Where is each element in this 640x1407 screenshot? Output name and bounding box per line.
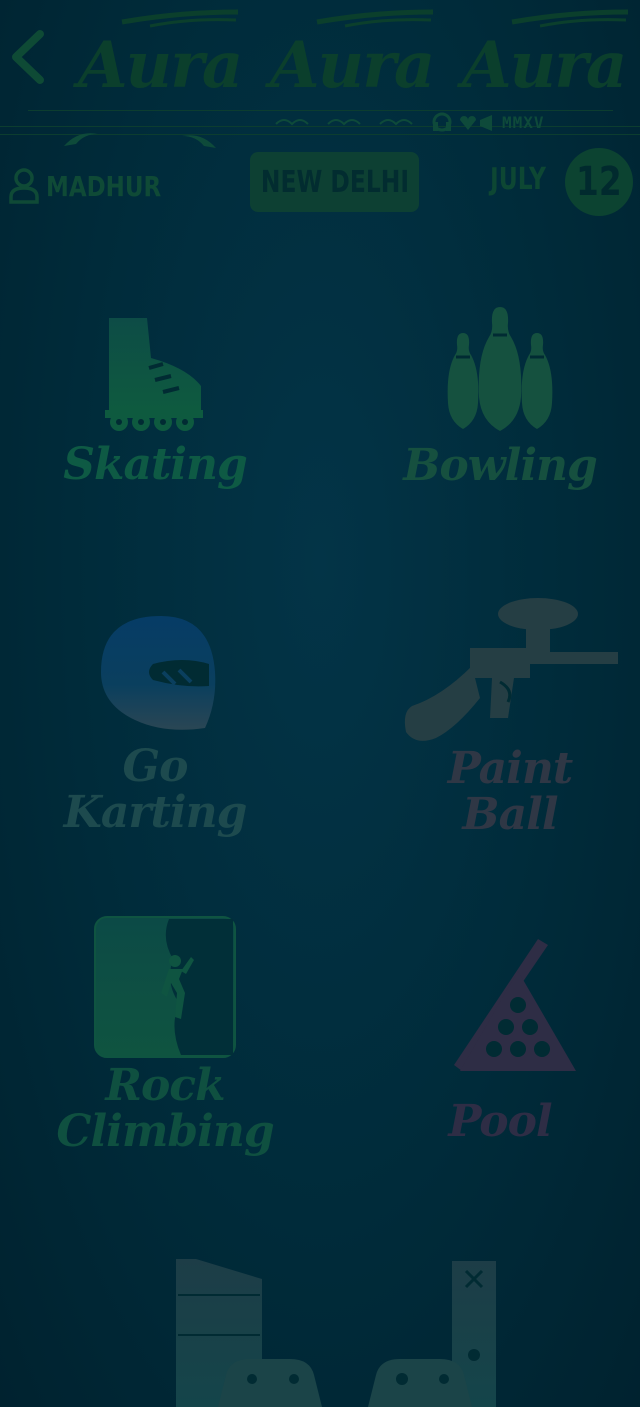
swoosh-icon <box>511 9 629 28</box>
date-day: 12 <box>576 159 622 205</box>
paintball-gun-icon <box>404 598 618 741</box>
birds-icon <box>64 133 216 148</box>
logo-word: Aura <box>78 28 243 103</box>
activities-screen: Aura Aura Aura MMXV MADHUR NEW DELHI JUL… <box>0 0 640 1407</box>
activity-label: Paint <box>447 743 573 794</box>
rock-climber-icon <box>94 916 236 1058</box>
game-consoles-icon <box>176 1259 496 1407</box>
logo-word: Aura <box>462 28 627 103</box>
user-name: MADHUR <box>46 169 162 203</box>
chevron-left-icon <box>12 30 44 84</box>
racing-helmet-icon <box>101 616 216 730</box>
bowling-pins-icon <box>447 307 553 431</box>
date-month: JULY <box>490 162 546 197</box>
activity-tile-pool[interactable]: Pool <box>375 935 625 1155</box>
activity-tile-skating[interactable]: Skating <box>30 310 280 510</box>
swoosh-icon <box>316 9 434 28</box>
activity-tile-rock-climbing[interactable]: Rock Climbing <box>40 915 290 1165</box>
activity-label: Karting <box>63 787 248 838</box>
activity-tile-go-karting[interactable]: Go Karting <box>30 612 280 852</box>
activity-tile-gaming[interactable] <box>160 1255 510 1407</box>
city-selector-button[interactable]: NEW DELHI <box>250 152 419 212</box>
activity-tile-paint-ball[interactable]: Paint Ball <box>385 598 635 843</box>
activity-label: Bowling <box>403 440 598 491</box>
activity-label: Go <box>122 741 189 792</box>
activity-tile-bowling[interactable]: Bowling <box>375 305 625 505</box>
logo-word: Aura <box>270 28 435 103</box>
pool-cue-rack-icon <box>454 939 576 1071</box>
activity-label: Ball <box>462 789 558 840</box>
inline-skate-icon <box>105 318 203 431</box>
swoosh-icon <box>121 9 239 28</box>
aura-logo: Aura Aura Aura <box>70 0 640 110</box>
activity-label: Pool <box>448 1096 552 1147</box>
deco-text: MMXV <box>502 113 545 132</box>
city-label: NEW DELHI <box>260 164 409 200</box>
user-profile[interactable]: MADHUR <box>8 166 187 206</box>
wave-icon <box>275 112 492 132</box>
activity-label: Climbing <box>56 1106 274 1157</box>
date-day-badge[interactable]: 12 <box>565 148 633 216</box>
user-icon <box>9 168 39 204</box>
activity-label: Skating <box>63 439 248 490</box>
decor-strip: MMXV <box>270 110 570 136</box>
back-button[interactable] <box>6 30 50 84</box>
activity-label: Rock <box>105 1060 225 1111</box>
